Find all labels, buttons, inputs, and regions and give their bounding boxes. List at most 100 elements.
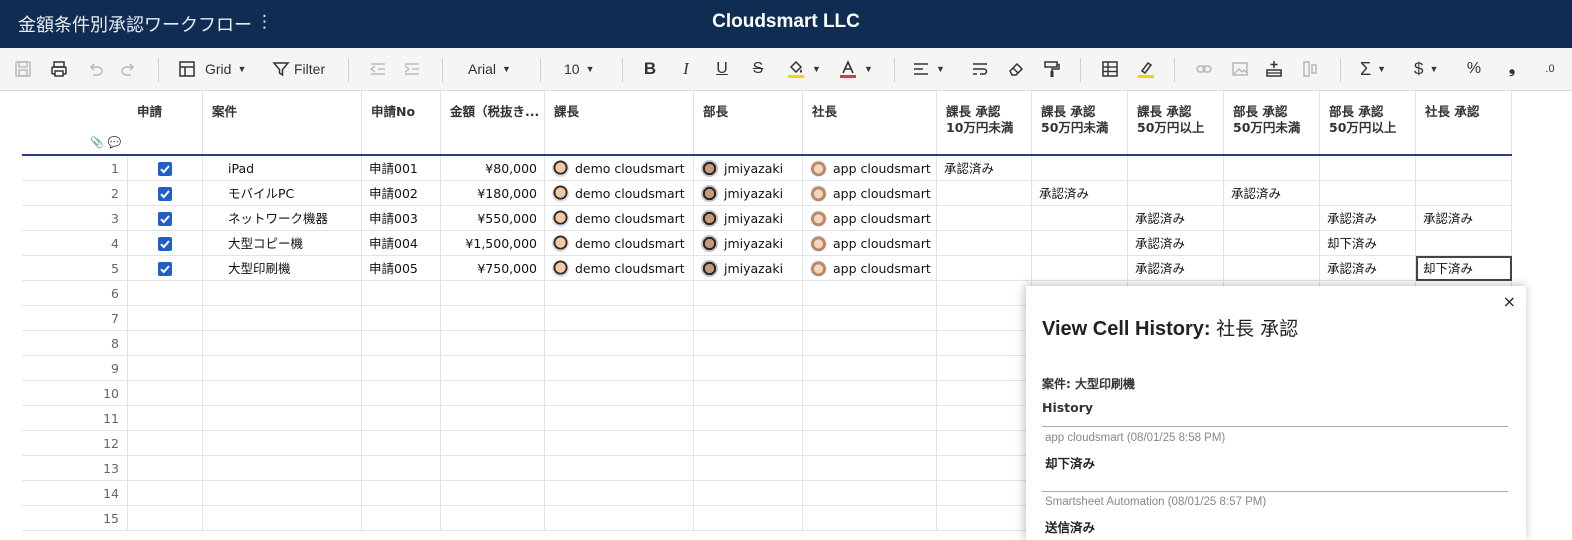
cell-kacho_a1[interactable]: 承認済み (937, 156, 1032, 181)
font-size-select[interactable]: 10 ▼ (564, 58, 604, 80)
redo-icon[interactable] (118, 58, 140, 80)
row-number[interactable]: 3 (22, 206, 128, 231)
wrap-text-icon[interactable] (970, 58, 990, 80)
currency-button[interactable]: $ ▼ (1414, 58, 1454, 80)
cell-kacho[interactable] (545, 456, 694, 481)
cell-bucho[interactable] (694, 356, 803, 381)
freeze-column-icon[interactable] (1300, 58, 1320, 80)
cell-case[interactable]: ネットワーク機器 (203, 206, 362, 231)
cell-kacho_a1[interactable] (937, 506, 1032, 531)
cell-bucho_a1[interactable] (1224, 206, 1320, 231)
cell-kacho[interactable] (545, 356, 694, 381)
cell-case[interactable]: 大型印刷機 (203, 256, 362, 281)
outdent-icon[interactable] (368, 58, 388, 80)
undo-icon[interactable] (84, 58, 106, 80)
row-number[interactable]: 7 (22, 306, 128, 331)
cell-apply[interactable] (128, 206, 203, 231)
table-icon[interactable] (1100, 58, 1120, 80)
cell-bucho[interactable]: jmiyazaki (694, 181, 803, 206)
cell-kacho_a1[interactable] (937, 306, 1032, 331)
cell-kacho[interactable] (545, 306, 694, 331)
cell-no[interactable] (362, 506, 441, 531)
cell-kacho[interactable] (545, 381, 694, 406)
cell-bucho[interactable]: jmiyazaki (694, 231, 803, 256)
column-header-shacho_a[interactable]: 社長 承認 (1416, 91, 1512, 154)
cell-apply[interactable] (128, 506, 203, 531)
cell-kacho[interactable] (545, 506, 694, 531)
row-number[interactable]: 8 (22, 331, 128, 356)
cell-kacho[interactable] (545, 481, 694, 506)
sum-button[interactable]: Σ ▼ (1360, 58, 1400, 80)
cell-shacho_a[interactable] (1416, 231, 1512, 256)
percent-icon[interactable]: % (1464, 58, 1484, 80)
cell-no[interactable]: 申請002 (362, 181, 441, 206)
cell-kacho[interactable]: demo cloudsmart (545, 206, 694, 231)
cell-case[interactable] (203, 356, 362, 381)
cell-no[interactable] (362, 406, 441, 431)
cell-case[interactable] (203, 306, 362, 331)
cell-shacho_a[interactable] (1416, 181, 1512, 206)
cell-amount[interactable] (441, 506, 545, 531)
cell-case[interactable]: iPad (203, 156, 362, 181)
cell-apply[interactable] (128, 281, 203, 306)
cell-case[interactable] (203, 381, 362, 406)
cell-case[interactable] (203, 406, 362, 431)
cell-kacho_a2[interactable] (1032, 231, 1128, 256)
cell-kacho_a1[interactable] (937, 331, 1032, 356)
cell-kacho_a3[interactable] (1128, 156, 1224, 181)
cell-kacho_a2[interactable]: 承認済み (1032, 181, 1128, 206)
cell-case[interactable]: モバイルPC (203, 181, 362, 206)
cell-kacho_a1[interactable] (937, 481, 1032, 506)
column-header-amount[interactable]: 金額（税抜き... (441, 91, 545, 154)
cell-kacho_a1[interactable] (937, 356, 1032, 381)
cell-kacho[interactable]: demo cloudsmart (545, 231, 694, 256)
column-header-bucho_a1[interactable]: 部長 承認 50万円未満 (1224, 91, 1320, 154)
cell-no[interactable] (362, 356, 441, 381)
cell-bucho[interactable]: jmiyazaki (694, 156, 803, 181)
row-number[interactable]: 14 (22, 481, 128, 506)
cell-bucho_a1[interactable] (1224, 231, 1320, 256)
row-number[interactable]: 1 (22, 156, 128, 181)
cell-shacho[interactable] (803, 331, 937, 356)
cell-no[interactable] (362, 331, 441, 356)
cell-case[interactable] (203, 331, 362, 356)
cell-no[interactable] (362, 431, 441, 456)
checkbox-checked[interactable] (158, 186, 172, 201)
cell-no[interactable] (362, 381, 441, 406)
checkbox-checked[interactable] (158, 161, 172, 176)
cell-no[interactable] (362, 456, 441, 481)
cell-no[interactable]: 申請004 (362, 231, 441, 256)
cell-apply[interactable] (128, 406, 203, 431)
cell-apply[interactable] (128, 356, 203, 381)
row-number[interactable]: 10 (22, 381, 128, 406)
format-painter-icon[interactable] (1042, 58, 1062, 80)
cell-amount[interactable] (441, 456, 545, 481)
cell-shacho[interactable] (803, 506, 937, 531)
cell-bucho[interactable] (694, 481, 803, 506)
font-family-select[interactable]: Arial ▼ (468, 58, 524, 80)
cell-shacho[interactable]: app cloudsmart (803, 156, 937, 181)
cell-kacho_a1[interactable] (937, 406, 1032, 431)
bold-icon[interactable]: B (640, 58, 660, 80)
cell-shacho[interactable]: app cloudsmart (803, 256, 937, 281)
cell-bucho_a2[interactable] (1320, 156, 1416, 181)
cell-bucho[interactable] (694, 506, 803, 531)
cell-kacho_a1[interactable] (937, 456, 1032, 481)
insert-row-icon[interactable] (1264, 58, 1284, 80)
cell-bucho[interactable] (694, 281, 803, 306)
cell-amount[interactable] (441, 331, 545, 356)
cell-amount[interactable]: ¥80,000 (441, 156, 545, 181)
cell-kacho[interactable]: demo cloudsmart (545, 156, 694, 181)
row-number[interactable]: 5 (22, 256, 128, 281)
cell-bucho[interactable] (694, 456, 803, 481)
cell-shacho_a[interactable]: 却下済み (1416, 256, 1512, 281)
column-header-apply[interactable]: 申請 (128, 91, 203, 154)
cell-apply[interactable] (128, 456, 203, 481)
link-icon[interactable] (1194, 58, 1214, 80)
column-header-bucho_a2[interactable]: 部長 承認 50万円以上 (1320, 91, 1416, 154)
cell-amount[interactable]: ¥550,000 (441, 206, 545, 231)
cell-amount[interactable] (441, 306, 545, 331)
cell-bucho_a1[interactable] (1224, 156, 1320, 181)
filter-button[interactable]: Filter (272, 58, 334, 80)
cell-bucho_a1[interactable] (1224, 256, 1320, 281)
